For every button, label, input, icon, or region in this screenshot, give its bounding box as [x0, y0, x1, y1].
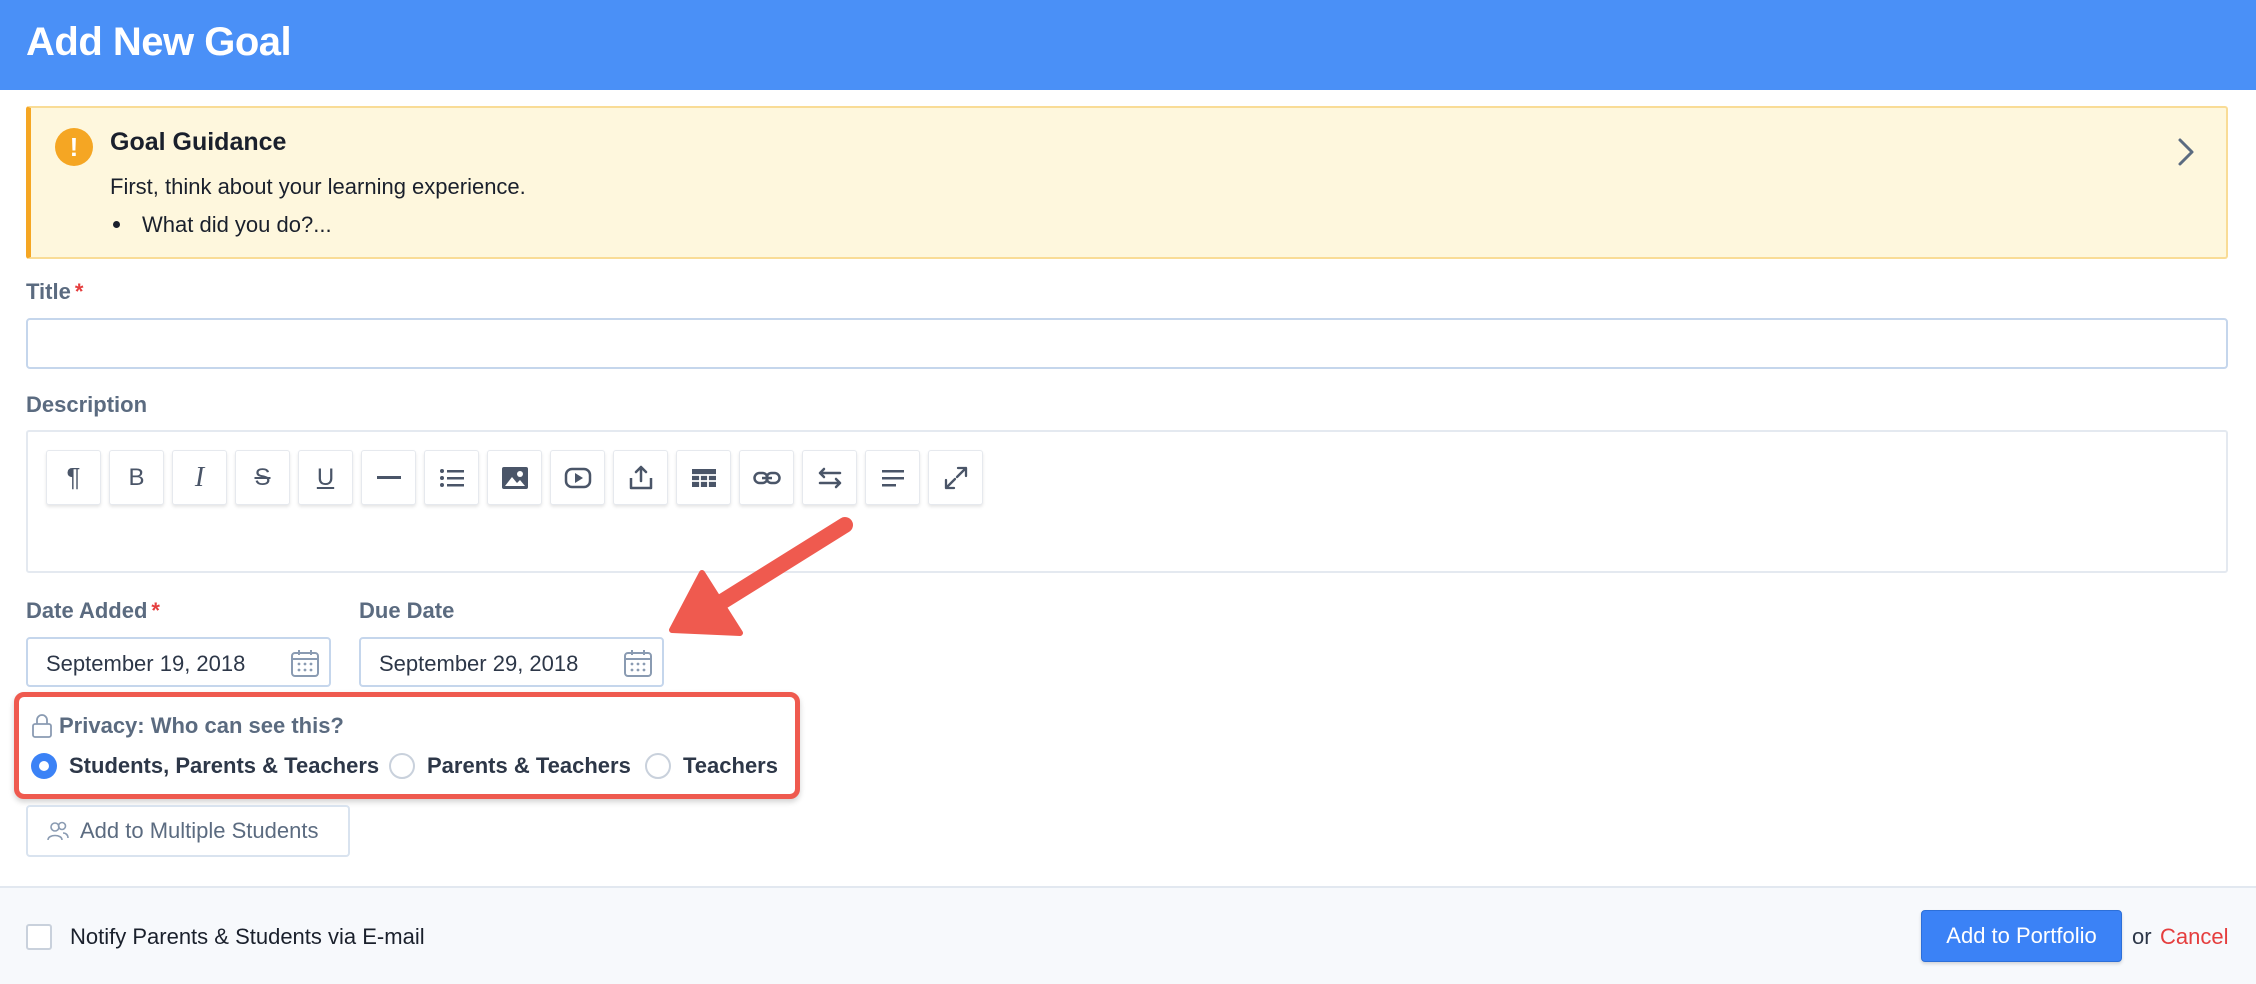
horizontal-rule-button[interactable] — [361, 450, 416, 505]
horizontal-rule-icon — [376, 475, 401, 479]
paragraph-button[interactable]: ¶ — [46, 450, 101, 505]
chevron-right-icon[interactable] — [2166, 132, 2206, 172]
annotation-arrow — [669, 517, 853, 636]
cancel-link[interactable]: Cancel — [2160, 924, 2228, 950]
align-button[interactable] — [865, 450, 920, 505]
description-editor[interactable]: ¶ B I S U — [26, 430, 2228, 573]
guidance-bullet-item: What did you do?... — [110, 212, 332, 238]
title-label-text: Title — [26, 279, 71, 304]
radio-button-checked[interactable] — [31, 753, 57, 779]
exclamation-icon: ! — [55, 128, 93, 166]
italic-button[interactable]: I — [172, 450, 227, 505]
list-button[interactable] — [424, 450, 479, 505]
guidance-text: First, think about your learning experie… — [110, 174, 526, 199]
title-label: Title * — [26, 279, 83, 305]
privacy-label: Privacy: Who can see this? — [31, 713, 344, 739]
strikethrough-icon: S — [254, 463, 271, 491]
form-footer: Notify Parents & Students via E-mail Add… — [0, 886, 2256, 984]
bold-button[interactable]: B — [109, 450, 164, 505]
upload-button[interactable] — [613, 450, 668, 505]
description-label: Description — [26, 392, 148, 417]
video-button[interactable] — [550, 450, 605, 505]
lock-icon — [32, 714, 52, 738]
privacy-option-students-parents-teachers[interactable]: Students, Parents & Teachers — [31, 753, 379, 779]
underline-icon: U — [316, 463, 335, 491]
or-text: or — [2132, 924, 2152, 949]
table-icon — [691, 468, 716, 487]
calendar-icon[interactable] — [622, 647, 654, 679]
privacy-option-parents-teachers[interactable]: Parents & Teachers — [389, 753, 631, 779]
date-added-field[interactable]: September 19, 2018 — [26, 637, 331, 687]
radio-button[interactable] — [389, 753, 415, 779]
add-to-multiple-students-button[interactable]: Add to Multiple Students — [26, 805, 350, 857]
image-button[interactable] — [487, 450, 542, 505]
due-date-label: Due Date — [359, 598, 455, 623]
privacy-section: Privacy: Who can see this? Students, Par… — [14, 692, 800, 799]
table-button[interactable] — [676, 450, 731, 505]
required-marker: * — [151, 598, 160, 623]
align-icon — [881, 469, 904, 486]
due-date-value: September 29, 2018 — [379, 651, 579, 676]
list-icon — [439, 468, 464, 487]
guidance-title: Goal Guidance — [110, 128, 287, 156]
italic-icon: I — [194, 461, 205, 493]
guidance-bullet-text: What did you do?... — [142, 212, 332, 237]
add-to-portfolio-button[interactable]: Add to Portfolio — [1921, 910, 2122, 962]
bullet-dot — [113, 220, 120, 228]
link-icon — [752, 471, 781, 484]
privacy-label-text: Privacy: Who can see this? — [59, 713, 344, 738]
add-to-multiple-students-label: Add to Multiple Students — [80, 818, 319, 843]
notify-label: Notify Parents & Students via E-mail — [70, 924, 425, 949]
privacy-option-label: Teachers — [683, 753, 778, 778]
date-added-label: Date Added * — [26, 598, 160, 624]
notify-checkbox[interactable] — [26, 924, 52, 950]
title-input[interactable] — [26, 318, 2228, 369]
page-title: Add New Goal — [26, 20, 292, 64]
swap-icon — [818, 467, 841, 488]
bold-icon: B — [128, 463, 145, 491]
strikethrough-button[interactable]: S — [235, 450, 290, 505]
required-marker: * — [74, 279, 84, 304]
underline-button[interactable]: U — [298, 450, 353, 505]
fullscreen-icon — [944, 466, 967, 489]
calendar-icon[interactable] — [289, 647, 321, 679]
paragraph-icon: ¶ — [66, 462, 81, 492]
video-icon — [564, 467, 591, 488]
privacy-option-teachers[interactable]: Teachers — [645, 753, 778, 779]
date-added-value: September 19, 2018 — [46, 651, 246, 676]
fullscreen-button[interactable] — [928, 450, 983, 505]
radio-button[interactable] — [645, 753, 671, 779]
link-button[interactable] — [739, 450, 794, 505]
page-header: Add New Goal — [0, 0, 2256, 90]
privacy-option-label: Parents & Teachers — [427, 753, 631, 778]
users-icon — [47, 821, 69, 841]
date-added-label-text: Date Added — [26, 598, 148, 623]
swap-button[interactable] — [802, 450, 857, 505]
image-icon — [501, 466, 528, 489]
goal-guidance-panel[interactable]: ! Goal Guidance First, think about your … — [26, 106, 2228, 259]
privacy-option-label: Students, Parents & Teachers — [69, 753, 380, 778]
due-date-field[interactable]: September 29, 2018 — [359, 637, 664, 687]
upload-icon — [629, 465, 652, 489]
